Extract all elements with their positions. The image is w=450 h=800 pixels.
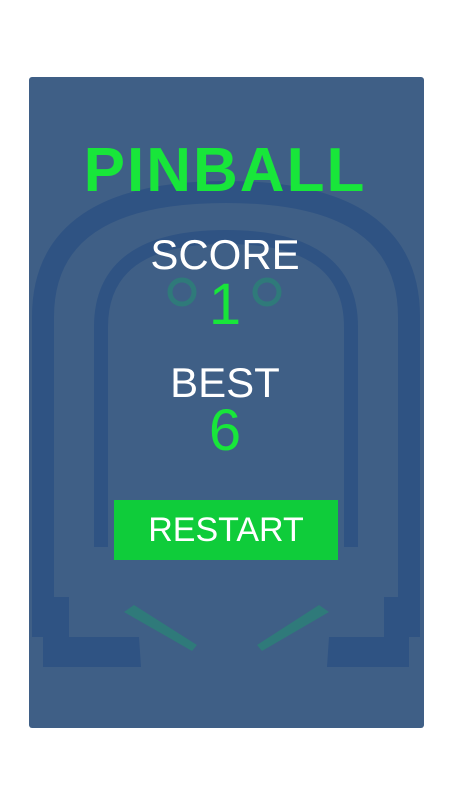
restart-button[interactable]: RESTART — [114, 500, 338, 560]
best-value: 6 — [208, 398, 242, 463]
score-value: 1 — [208, 272, 242, 337]
left-outlane — [43, 597, 141, 667]
game-title: PINBALL — [83, 136, 367, 205]
right-flipper — [257, 605, 329, 651]
right-outlane — [327, 597, 409, 667]
score-label: SCORE — [150, 231, 300, 278]
